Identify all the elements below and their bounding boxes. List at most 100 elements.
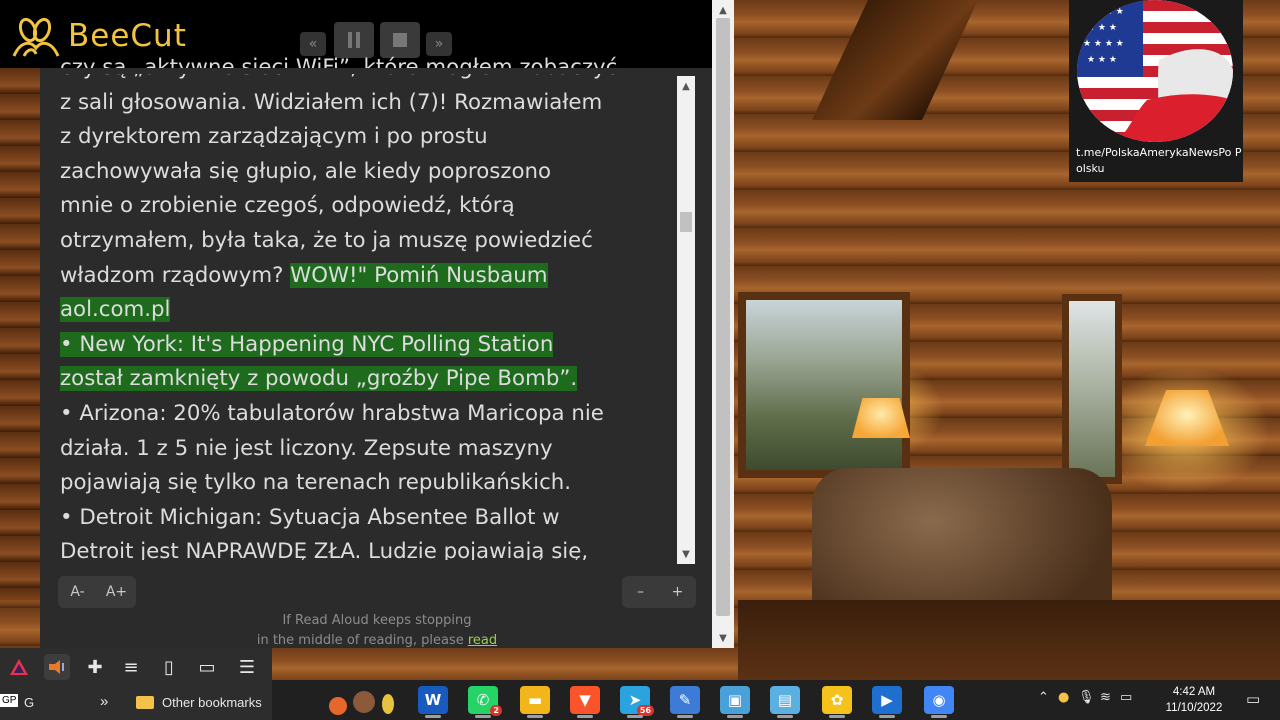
page-scrollbar[interactable]: ▲ ▼ (712, 0, 734, 648)
notice-read-link[interactable]: read (468, 633, 497, 648)
running-indicator (829, 715, 845, 718)
tray-overflow-icon[interactable]: ⌃ (1038, 690, 1049, 705)
font-decrease-button[interactable]: A- (58, 584, 97, 600)
windows-taskbar: W ✆ 2 ▬ ▼ ➤ 56 ✎ ▣ ▤ ✿ ▶ ◉ ⌃ ● 🎙︎ ≋ ▭ 4:42 AM 11/10/… (272, 680, 1280, 720)
zoom-out-button[interactable]: – (622, 584, 659, 600)
file-explorer-glyph: ▬ (527, 691, 543, 709)
brave-glyph: ▼ (579, 691, 591, 709)
running-indicator (527, 715, 543, 718)
reader-line-plain: otrzymałem, była taka, że to ja muszę po… (60, 227, 593, 253)
reader-scroll-thumb[interactable] (680, 212, 692, 232)
running-indicator (879, 715, 895, 718)
beecut-taskbar-icon[interactable]: ✿ (822, 686, 852, 718)
running-indicator (677, 715, 693, 718)
page-scroll-thumb[interactable] (716, 18, 730, 616)
notification-icon[interactable]: ▭ (1246, 690, 1260, 708)
telegram-icon[interactable]: ➤ 56 (620, 686, 654, 718)
svg-text:★ ★ ★ ★: ★ ★ ★ ★ (1083, 39, 1124, 49)
running-indicator (777, 715, 793, 718)
reader-line-plain: zachowywała się głupio, ale kiedy popros… (60, 158, 552, 184)
page-scroll-up-icon[interactable]: ▲ (712, 2, 734, 18)
menu-icon[interactable]: ☰ (234, 654, 260, 680)
zoom-in-button[interactable]: + (659, 584, 696, 600)
prisma-icon[interactable] (6, 654, 32, 680)
word-icon[interactable]: W (418, 686, 448, 718)
whatsapp-glyph: ✆ (476, 691, 490, 709)
scroll-down-arrow-icon[interactable]: ▼ (677, 546, 695, 562)
reader-line-highlight: został zamknięty z powodu „groźby Pipe B… (60, 366, 578, 392)
wallpaper-left-strip (0, 68, 44, 600)
reader-line: działa. 1 z 5 nie jest liczony. Zepsute … (60, 432, 670, 467)
reader-text-area[interactable]: czy są „aktywne sieci WiFi”, które mogłe… (60, 51, 670, 560)
reader-line: • Detroit Michigan: Sytuacja Absentee Ba… (60, 501, 670, 536)
reader-line: mnie o zrobienie czegoś, odpowiedź, któr… (60, 189, 670, 224)
reader-line: Detroit jest NAPRAWDĘ ZŁA. Ludzie pojawi… (60, 535, 670, 560)
read-aloud-panel: czy są „aktywne sieci WiFi”, które mogłe… (40, 55, 716, 648)
reader-line: aol.com.pl (60, 293, 670, 328)
notepad-icon[interactable]: ▤ (770, 686, 800, 718)
reader-line: został zamknięty z powodu „groźby Pipe B… (60, 362, 670, 397)
bookmark-g[interactable]: G (24, 695, 34, 710)
channel-badge: ★ ★ ★ ★ ★ ★ ★ ★ ★ ★ ★ ★ ★ ★ t.me/PolskaA… (1069, 0, 1243, 182)
photos-glyph: ▣ (727, 691, 743, 709)
reader-line-plain: • Detroit Michigan: Sytuacja Absentee Ba… (60, 504, 560, 530)
clock-date: 11/10/2022 (1165, 702, 1223, 714)
video-editor-glyph: ▶ (881, 691, 893, 709)
reader-line-plain: działa. 1 z 5 nie jest liczony. Zepsute … (60, 435, 553, 461)
reader-scrollbar[interactable]: ▲ ▼ (677, 76, 695, 564)
paint-icon[interactable]: ✎ (670, 686, 700, 718)
bookmark-favicon[interactable]: GP (0, 694, 19, 707)
file-explorer-icon[interactable]: ▬ (520, 686, 550, 718)
wallpaper-window-right (1062, 294, 1122, 484)
taskbar-clock[interactable]: 4:42 AM 11/10/2022 (1152, 684, 1236, 716)
brave-icon[interactable]: ▼ (570, 686, 600, 718)
reader-line: z dyrektorem zarządzającym i po prostu (60, 120, 670, 155)
chrome-icon[interactable]: ◉ (924, 686, 954, 718)
battery-icon[interactable]: ▭ (1120, 690, 1132, 705)
reader-line: pojawiają się tylko na terenach republik… (60, 466, 670, 501)
reader-line-plain: pojawiają się tylko na terenach republik… (60, 470, 572, 496)
reader-line-plain: z dyrektorem zarządzającym i po prostu (60, 124, 488, 150)
running-indicator (627, 715, 643, 718)
photos-icon[interactable]: ▣ (720, 686, 750, 718)
running-indicator (931, 715, 947, 718)
chrome-glyph: ◉ (932, 691, 946, 709)
wifi-icon[interactable]: ≋ (1100, 690, 1111, 705)
other-bookmarks[interactable]: Other bookmarks (162, 695, 262, 710)
reader-line-highlight: • New York: It's Happening NYC Polling S… (60, 331, 554, 357)
reader-line: władzom rządowym? WOW!" Pomiń Nusbaum (60, 259, 670, 294)
notice-line-1: If Read Aloud keeps stopping (282, 613, 472, 628)
scroll-up-arrow-icon[interactable]: ▲ (677, 78, 695, 94)
reader-line-plain: • Arizona: 20% tabulatorów hrabstwa Mari… (60, 400, 604, 426)
running-indicator (475, 715, 491, 718)
reader-top-edge (60, 68, 670, 74)
puzzle-icon[interactable]: ✚ (82, 654, 108, 680)
word-glyph: W (424, 691, 442, 709)
font-increase-button[interactable]: A+ (97, 584, 136, 600)
whatsapp-icon[interactable]: ✆ 2 (468, 686, 502, 718)
video-editor-icon[interactable]: ▶ (872, 686, 902, 718)
running-indicator (577, 715, 593, 718)
taskbar-thanksgiving-widget[interactable] (324, 686, 404, 716)
page-scroll-down-icon[interactable]: ▼ (712, 630, 734, 646)
wallet-icon[interactable]: ▭ (194, 654, 220, 680)
folder-icon (136, 696, 154, 709)
sidebar-icon[interactable]: ▯ (156, 654, 182, 680)
us-poland-flag-icon: ★ ★ ★ ★ ★ ★ ★ ★ ★ ★ ★ ★ ★ ★ (1077, 0, 1233, 142)
bookmark-overflow[interactable]: » (100, 693, 108, 710)
reader-line-highlight: WOW!" Pomiń Nusbaum (290, 262, 548, 288)
beecut-app-name: BeeCut (68, 18, 187, 54)
reader-line: • New York: It's Happening NYC Polling S… (60, 328, 670, 363)
wallpaper-window (738, 292, 910, 478)
reader-line: z sali głosowania. Widziałem ich (7)! Ro… (60, 86, 670, 121)
paint-glyph: ✎ (678, 691, 692, 709)
wallpaper-floor (738, 600, 1280, 680)
microphone-icon[interactable]: 🎙︎ (1078, 690, 1095, 705)
playlist-icon[interactable]: ≡ (118, 654, 144, 680)
bookmarks-bar: GP G » Other bookmarks (0, 686, 272, 720)
read-aloud-icon[interactable] (44, 654, 70, 680)
beecut-taskbar-glyph: ✿ (830, 691, 844, 709)
browser-extension-bar: ✚ ≡ ▯ ▭ ☰ (0, 648, 272, 686)
tray-beecut-icon[interactable]: ● (1058, 690, 1069, 705)
svg-text:★ ★ ★: ★ ★ ★ (1087, 55, 1117, 65)
